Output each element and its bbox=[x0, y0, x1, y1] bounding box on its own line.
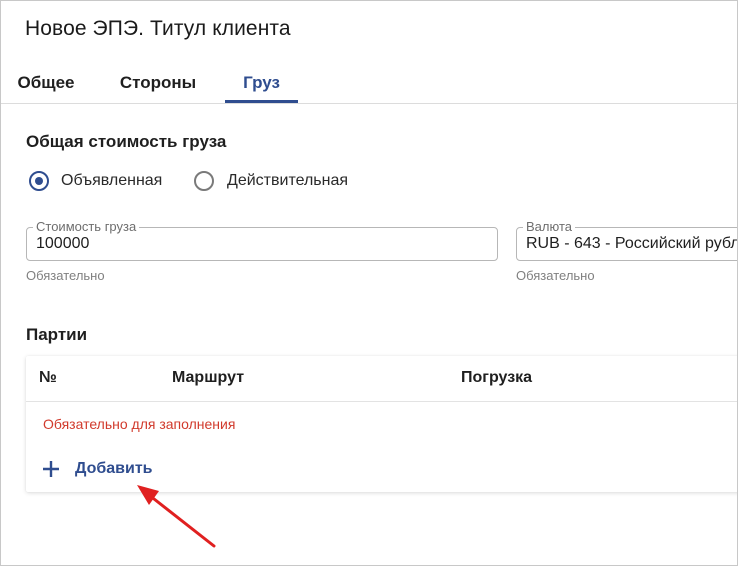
radio-declared-label[interactable]: Объявленная bbox=[61, 172, 162, 190]
page-title: Новое ЭПЭ. Титул клиента bbox=[25, 17, 291, 40]
cargo-cost-field[interactable]: Стоимость груза 100000 bbox=[26, 219, 498, 261]
active-tab-indicator bbox=[225, 100, 298, 103]
column-header-number[interactable]: № bbox=[39, 369, 57, 387]
cargo-cost-label: Стоимость груза bbox=[33, 219, 140, 235]
window-frame: Новое ЭПЭ. Титул клиента Общее Стороны Г… bbox=[0, 0, 738, 566]
radio-actual[interactable] bbox=[194, 171, 214, 191]
required-error-message: Обязательно для заполнения bbox=[43, 416, 236, 432]
plus-icon bbox=[43, 461, 59, 477]
tab-general[interactable]: Общее bbox=[16, 63, 76, 103]
column-header-route[interactable]: Маршрут bbox=[172, 369, 244, 387]
tab-parties[interactable]: Стороны bbox=[119, 63, 197, 103]
column-header-loading[interactable]: Погрузка bbox=[461, 369, 532, 387]
tab-bar: Общее Стороны Груз bbox=[1, 63, 737, 104]
cost-section-title: Общая стоимость груза bbox=[26, 132, 227, 151]
currency-value[interactable]: RUB - 643 - Российский рубль bbox=[526, 235, 737, 253]
table-header: № Маршрут Погрузка bbox=[26, 356, 737, 402]
currency-select[interactable]: Валюта RUB - 643 - Российский рубль bbox=[516, 219, 737, 261]
batches-section-title: Партии bbox=[26, 325, 88, 344]
currency-label: Валюта bbox=[523, 219, 575, 235]
tab-cargo[interactable]: Груз bbox=[225, 63, 298, 103]
radio-actual-label[interactable]: Действительная bbox=[227, 172, 348, 190]
red-arrow-annotation bbox=[137, 485, 216, 548]
radio-selected-dot bbox=[35, 177, 43, 185]
currency-helper: Обязательно bbox=[516, 268, 595, 283]
radio-declared[interactable] bbox=[29, 171, 49, 191]
cargo-cost-input[interactable]: 100000 bbox=[36, 235, 89, 253]
cargo-cost-helper: Обязательно bbox=[26, 268, 105, 283]
